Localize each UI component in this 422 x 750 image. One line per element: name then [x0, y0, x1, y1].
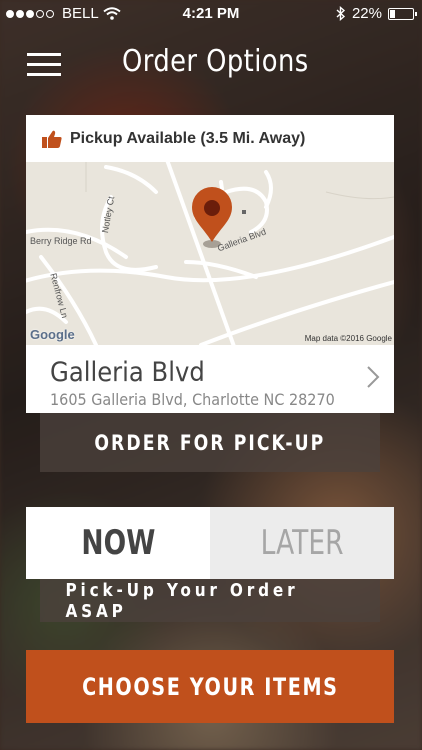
timing-toggle: NOW LATER — [26, 507, 394, 579]
store-address-row[interactable]: Galleria Blvd 1605 Galleria Blvd, Charlo… — [26, 345, 394, 413]
asap-text: Pick-Up Your Order ASAP — [65, 579, 299, 622]
pickup-availability-text: Pickup Available (3.5 Mi. Away) — [70, 129, 306, 147]
page-title: Order Options — [122, 44, 309, 79]
chevron-right-icon — [367, 366, 380, 388]
map-attribution: Map data ©2016 Google — [304, 334, 392, 343]
later-label: LATER — [260, 523, 344, 563]
now-option[interactable]: NOW — [26, 507, 210, 579]
later-option[interactable]: LATER — [210, 507, 394, 579]
pickup-button-label: ORDER FOR PICK-UP — [94, 430, 326, 455]
battery-percent: 22% — [351, 5, 382, 22]
hamburger-menu-icon[interactable] — [27, 52, 61, 78]
now-label: NOW — [80, 523, 156, 563]
pickup-availability: Pickup Available (3.5 Mi. Away) — [26, 115, 394, 162]
battery-icon — [388, 7, 417, 20]
store-name: Galleria Blvd — [50, 357, 205, 388]
choose-items-label: CHOOSE YOUR ITEMS — [81, 672, 339, 701]
status-bar: BELL 4:21 PM 22% — [0, 0, 422, 28]
thumbs-up-icon — [42, 130, 62, 148]
order-for-pickup-button[interactable]: ORDER FOR PICK-UP — [40, 413, 380, 472]
store-address: 1605 Galleria Blvd, Charlotte NC 28270 — [50, 390, 335, 409]
store-location-card: Pickup Available (3.5 Mi. Away) Berry Ri… — [26, 115, 394, 413]
store-map[interactable]: Berry Ridge Rd Notley Ct Renfrow Ln Gall… — [26, 162, 394, 345]
choose-items-button[interactable]: CHOOSE YOUR ITEMS — [26, 650, 394, 723]
google-logo: Google — [30, 327, 75, 342]
status-right: 22% — [336, 5, 417, 22]
bluetooth-icon — [336, 6, 346, 21]
pickup-asap-label: Pick-Up Your Order ASAP — [40, 579, 380, 622]
map-label-berry-ridge: Berry Ridge Rd — [30, 236, 92, 246]
